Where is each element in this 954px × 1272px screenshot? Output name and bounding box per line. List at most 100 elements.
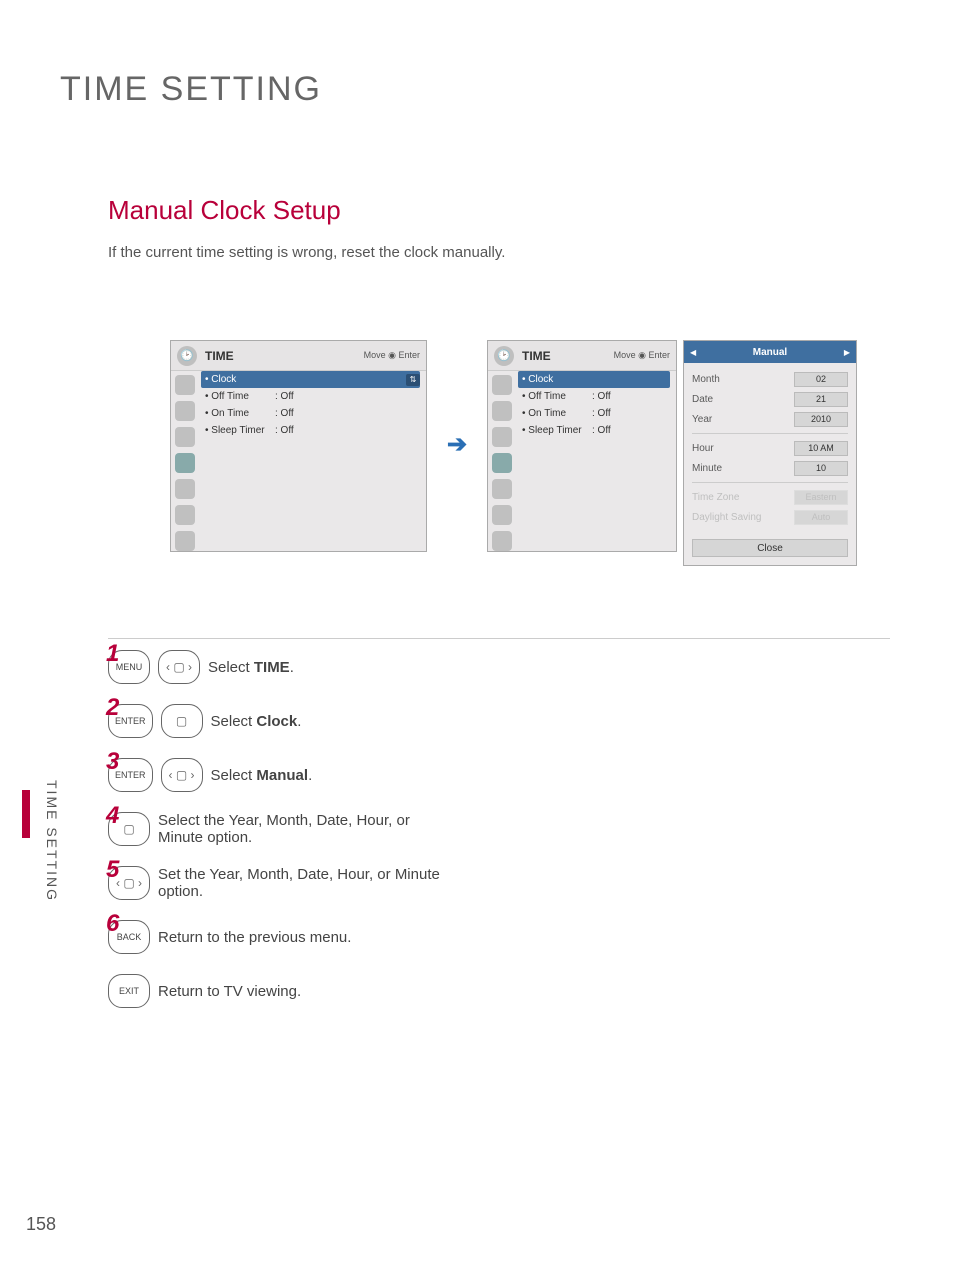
popup-row-minute[interactable]: Minute 10 (692, 458, 848, 478)
dpad-ud-icon[interactable]: ▢ (161, 704, 203, 738)
popup-row-timezone: Time Zone Eastern (692, 487, 848, 507)
page-number: 158 (26, 1214, 56, 1235)
osd-item-sleeptimer[interactable]: • Sleep Timer : Off (201, 422, 420, 439)
osd-item-value: : Off (275, 408, 420, 419)
popup-label: Hour (692, 443, 714, 454)
popup-label: Minute (692, 463, 722, 474)
osd-item-value: : Off (592, 391, 670, 402)
osd-item-offtime[interactable]: • Off Time : Off (201, 388, 420, 405)
menu-icon-6 (492, 505, 512, 525)
step-text: Select Manual. (211, 767, 313, 784)
osd-hint: Move ◉ Enter (364, 350, 420, 361)
osd-item-label: Sleep Timer (211, 425, 264, 436)
step-3: 3 ENTER ‹ ▢ › Select Manual. (108, 758, 458, 792)
steps-list: 1 MENU ‹ ▢ › Select TIME. 2 ENTER ▢ Sele… (108, 650, 458, 1008)
menu-icon-5 (492, 479, 512, 499)
osd-item-ontime[interactable]: • On Time : Off (201, 405, 420, 422)
osd-hint: Move ◉ Enter (614, 350, 670, 361)
menu-icon-1 (492, 375, 512, 395)
osd-item-label: On Time (211, 408, 249, 419)
menu-icon-time (175, 453, 195, 473)
side-accent (22, 790, 30, 838)
step-number: 4 (106, 802, 119, 830)
step-number: 2 (106, 694, 119, 722)
step-1: 1 MENU ‹ ▢ › Select TIME. (108, 650, 458, 684)
osd-item-value: : Off (275, 391, 420, 402)
popup-value: Auto (794, 510, 848, 525)
exit-button[interactable]: EXIT (108, 974, 150, 1008)
osd-item-clock[interactable]: • Clock ⇅ (201, 371, 420, 388)
popup-row-year[interactable]: Year 2010 (692, 409, 848, 429)
popup-label: Daylight Saving (692, 512, 761, 523)
osd-item-label: Clock (211, 374, 236, 385)
osd-item-label: Off Time (211, 391, 249, 402)
clock-icon: 🕑 (177, 346, 197, 366)
step-text: Return to TV viewing. (158, 983, 301, 1000)
popup-label: Date (692, 394, 713, 405)
osd-item-value: : Off (275, 425, 420, 436)
popup-value: Eastern (794, 490, 848, 505)
step-6: 6 BACK Return to the previous menu. (108, 920, 458, 954)
menu-icon-time (492, 453, 512, 473)
osd-panel-after: 🕑 TIME Move ◉ Enter • Clock • Off Time (487, 340, 677, 552)
manual-clock-popup: ◀ Manual ▶ Month 02 Date 21 Year 2010 Ho… (683, 340, 857, 566)
step-text: Set the Year, Month, Date, Hour, or Minu… (158, 866, 458, 900)
popup-value[interactable]: 21 (794, 392, 848, 407)
osd-item-value: : Off (592, 425, 670, 436)
close-button[interactable]: Close (692, 539, 848, 557)
popup-row-daylight: Daylight Saving Auto (692, 507, 848, 527)
step-number: 5 (106, 856, 119, 884)
step-4: 4 ▢ Select the Year, Month, Date, Hour, … (108, 812, 458, 846)
menu-icon-7 (492, 531, 512, 551)
menu-icon-1 (175, 375, 195, 395)
step-5: 5 ‹ ▢ › Set the Year, Month, Date, Hour,… (108, 866, 458, 900)
dpad-lr-icon[interactable]: ‹ ▢ › (158, 650, 200, 684)
divider (692, 433, 848, 434)
side-section-label: TIME SETTING (44, 780, 60, 902)
osd-item-label: Clock (528, 374, 553, 385)
osd-item-offtime[interactable]: • Off Time : Off (518, 388, 670, 405)
osd-item-label: Off Time (528, 391, 566, 402)
intro-text: If the current time setting is wrong, re… (108, 244, 505, 261)
menu-icon-6 (175, 505, 195, 525)
osd-category-icons (488, 371, 516, 551)
step-2: 2 ENTER ▢ Select Clock. (108, 704, 458, 738)
popup-value[interactable]: 10 AM (794, 441, 848, 456)
osd-item-sleeptimer[interactable]: • Sleep Timer : Off (518, 422, 670, 439)
step-text: Return to the previous menu. (158, 929, 351, 946)
step-number: 3 (106, 748, 119, 776)
step-text: Select TIME. (208, 659, 294, 676)
osd-panel-before: 🕑 TIME Move ◉ Enter • Clock ⇅ (170, 340, 427, 552)
popup-value[interactable]: 02 (794, 372, 848, 387)
menu-icon-3 (492, 427, 512, 447)
triangle-left-icon: ◀ (690, 348, 696, 357)
popup-header[interactable]: ◀ Manual ▶ (684, 341, 856, 363)
section-title: Manual Clock Setup (108, 195, 341, 226)
popup-title: Manual (753, 347, 787, 358)
osd-title: TIME (205, 349, 234, 363)
step-text: Select Clock. (211, 713, 302, 730)
osd-title: TIME (522, 349, 551, 363)
osd-item-label: On Time (528, 408, 566, 419)
menu-icon-3 (175, 427, 195, 447)
popup-label: Year (692, 414, 712, 425)
osd-screenshots: 🕑 TIME Move ◉ Enter • Clock ⇅ (170, 340, 857, 566)
popup-row-month[interactable]: Month 02 (692, 369, 848, 389)
osd-item-value: : Off (592, 408, 670, 419)
popup-value[interactable]: 2010 (794, 412, 848, 427)
dpad-lr-icon[interactable]: ‹ ▢ › (161, 758, 203, 792)
popup-label: Month (692, 374, 720, 385)
menu-icon-2 (175, 401, 195, 421)
popup-value[interactable]: 10 (794, 461, 848, 476)
popup-row-date[interactable]: Date 21 (692, 389, 848, 409)
step-text: Select the Year, Month, Date, Hour, or M… (158, 812, 458, 846)
menu-icon-7 (175, 531, 195, 551)
step-number: 6 (106, 910, 119, 938)
divider (108, 638, 890, 639)
popup-label: Time Zone (692, 492, 739, 503)
osd-item-ontime[interactable]: • On Time : Off (518, 405, 670, 422)
osd-item-clock[interactable]: • Clock (518, 371, 670, 388)
osd-list: • Clock ⇅ • Off Time : Off • On Time : O… (199, 371, 426, 551)
menu-icon-5 (175, 479, 195, 499)
popup-row-hour[interactable]: Hour 10 AM (692, 438, 848, 458)
